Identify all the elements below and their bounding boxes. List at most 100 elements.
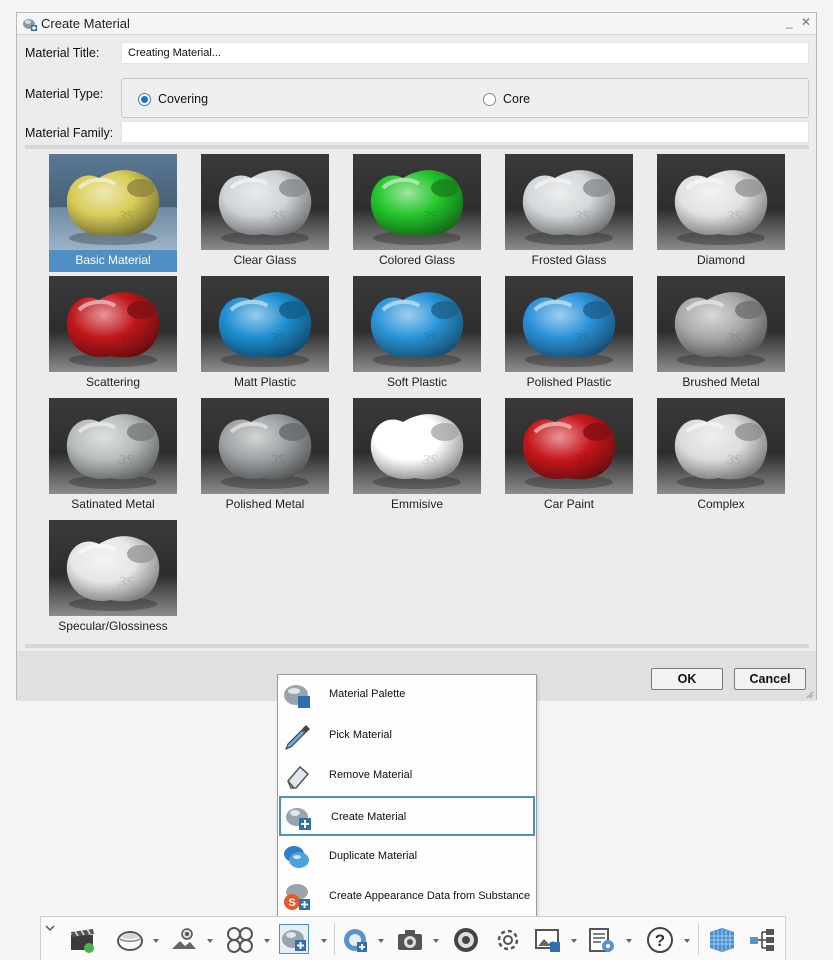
radio-core-dot[interactable] — [483, 92, 496, 106]
environment-caret[interactable] — [152, 937, 160, 945]
menu-item[interactable]: Duplicate Material — [279, 837, 535, 877]
material-tile-label: Polished Plastic — [526, 375, 612, 389]
menu-item-label: Pick Material — [329, 729, 392, 741]
toolbar-separator-2 — [698, 923, 699, 955]
stage-icon[interactable] — [169, 925, 199, 955]
menu-item[interactable]: Remove Material — [279, 756, 535, 796]
menu-item-label: Duplicate Material — [329, 850, 418, 862]
material-tile[interactable]: 3S Complex — [657, 398, 785, 516]
material-tile[interactable]: 3S Frosted Glass — [505, 154, 633, 272]
sticker-caret[interactable] — [377, 937, 385, 945]
scene-clapper-icon[interactable] — [67, 925, 97, 955]
radio-covering-dot[interactable] — [138, 92, 151, 106]
radio-covering[interactable]: Covering — [138, 92, 208, 106]
render-settings-caret[interactable] — [625, 937, 633, 945]
material-tile[interactable]: 3S Brushed Metal — [657, 276, 785, 394]
material-icon[interactable] — [279, 924, 309, 954]
minimize-button[interactable]: _ — [786, 15, 793, 29]
tree-icon[interactable] — [747, 925, 777, 955]
menu-item-label: Create Material — [331, 811, 407, 823]
material-tile-label: Scattering — [85, 375, 141, 389]
svg-text:?: ? — [655, 931, 665, 950]
svg-text:3S: 3S — [574, 331, 589, 346]
material-preview-icon: 3S — [49, 276, 177, 372]
material-tile-label: Colored Glass — [378, 253, 456, 267]
material-title-input[interactable]: Creating Material... — [121, 42, 809, 64]
stage-caret[interactable] — [206, 937, 214, 945]
duplicate-material-icon — [284, 846, 309, 868]
material-tile-label: Car Paint — [543, 497, 595, 511]
material-tile[interactable]: 3S Diamond — [657, 154, 785, 272]
render-settings-icon[interactable] — [587, 925, 617, 955]
material-tile-label: Emmisive — [390, 497, 443, 511]
material-dropdown-menu: Material Palette Pick Material Remove Mate… — [277, 674, 537, 918]
material-tile[interactable]: 3S Soft Plastic — [353, 276, 481, 394]
ambiances-caret[interactable] — [263, 937, 271, 945]
material-tile[interactable]: 3S Scattering — [49, 276, 177, 394]
material-tile[interactable]: 3S Car Paint — [505, 398, 633, 516]
svg-text:S: S — [288, 897, 295, 909]
material-tile-label: Matt Plastic — [233, 375, 296, 389]
material-tile-label: Brushed Metal — [682, 375, 760, 389]
resize-grip-icon[interactable] — [806, 691, 814, 699]
environment-icon[interactable] — [115, 925, 145, 955]
radio-core[interactable]: Core — [483, 92, 530, 106]
image-output-caret[interactable] — [570, 937, 578, 945]
material-tile-label: Complex — [697, 497, 745, 511]
dialog-title: Create Material — [41, 16, 130, 31]
ok-button[interactable]: OK — [651, 668, 723, 690]
material-preview-icon: 3S — [353, 154, 481, 250]
material-tile[interactable]: 3S Matt Plastic — [201, 276, 329, 394]
material-tile[interactable]: 3S Polished Metal — [201, 398, 329, 516]
help-icon[interactable]: ? — [645, 925, 675, 955]
menu-item[interactable]: S Create Appearance Data from Substance — [279, 877, 535, 917]
menu-item[interactable]: Material Palette — [279, 675, 535, 715]
material-tile[interactable]: 3S Satinated Metal — [49, 398, 177, 516]
material-tile[interactable]: 3S Emmisive — [353, 398, 481, 516]
radio-core-label: Core — [503, 92, 531, 106]
material-palette-icon — [284, 685, 310, 708]
material-preview-icon: 3S — [657, 154, 785, 250]
eraser-icon — [287, 765, 310, 789]
texture-grid-icon[interactable] — [707, 925, 737, 955]
material-tile[interactable]: 3S Colored Glass — [353, 154, 481, 272]
collapse-chevron-icon[interactable] — [43, 921, 57, 935]
cancel-button[interactable]: Cancel — [734, 668, 806, 690]
material-tile-label: Satinated Metal — [71, 497, 155, 511]
lens-icon[interactable] — [451, 925, 481, 955]
material-family-input[interactable] — [121, 121, 809, 143]
material-tile-label: Specular/Glossiness — [58, 619, 168, 633]
material-family-label: Material Family: — [25, 126, 114, 140]
material-tile-label: Polished Metal — [225, 497, 305, 511]
material-tile[interactable]: 3S Specular/Glossiness — [49, 520, 177, 638]
camera-icon[interactable] — [395, 925, 425, 955]
svg-text:3S: 3S — [270, 331, 285, 346]
material-tile[interactable]: 3S Basic Material — [49, 154, 177, 272]
material-caret[interactable] — [320, 937, 328, 945]
menu-item[interactable]: Create Material — [279, 796, 535, 836]
material-preview-icon: 3S — [49, 154, 177, 250]
svg-text:3S: 3S — [118, 209, 133, 224]
bottom-toolbar: ? — [40, 916, 786, 960]
help-caret[interactable] — [683, 937, 691, 945]
menu-item[interactable]: Pick Material — [279, 716, 535, 756]
material-tile-label: Clear Glass — [233, 253, 297, 267]
radio-covering-label: Covering — [158, 92, 209, 106]
material-preview-icon: 3S — [49, 520, 177, 616]
svg-text:3S: 3S — [270, 453, 285, 468]
material-tile[interactable]: 3S Clear Glass — [201, 154, 329, 272]
menu-item-label: Material Palette — [329, 688, 406, 700]
dialog-titlebar: Create Material _ ✕ — [17, 13, 816, 35]
divider-top — [25, 145, 809, 149]
sticker-icon[interactable] — [341, 925, 371, 955]
ambiances-icon[interactable] — [225, 925, 255, 955]
material-type-label: Material Type: — [25, 87, 104, 101]
create-material-dialog: Create Material _ ✕ Material Title: Crea… — [16, 12, 817, 701]
image-output-icon[interactable] — [533, 925, 563, 955]
svg-text:3S: 3S — [270, 209, 285, 224]
close-button[interactable]: ✕ — [801, 15, 811, 29]
svg-text:3S: 3S — [574, 453, 589, 468]
settings-gear-icon[interactable] — [493, 925, 523, 955]
camera-caret[interactable] — [432, 937, 440, 945]
material-tile[interactable]: 3S Polished Plastic — [505, 276, 633, 394]
